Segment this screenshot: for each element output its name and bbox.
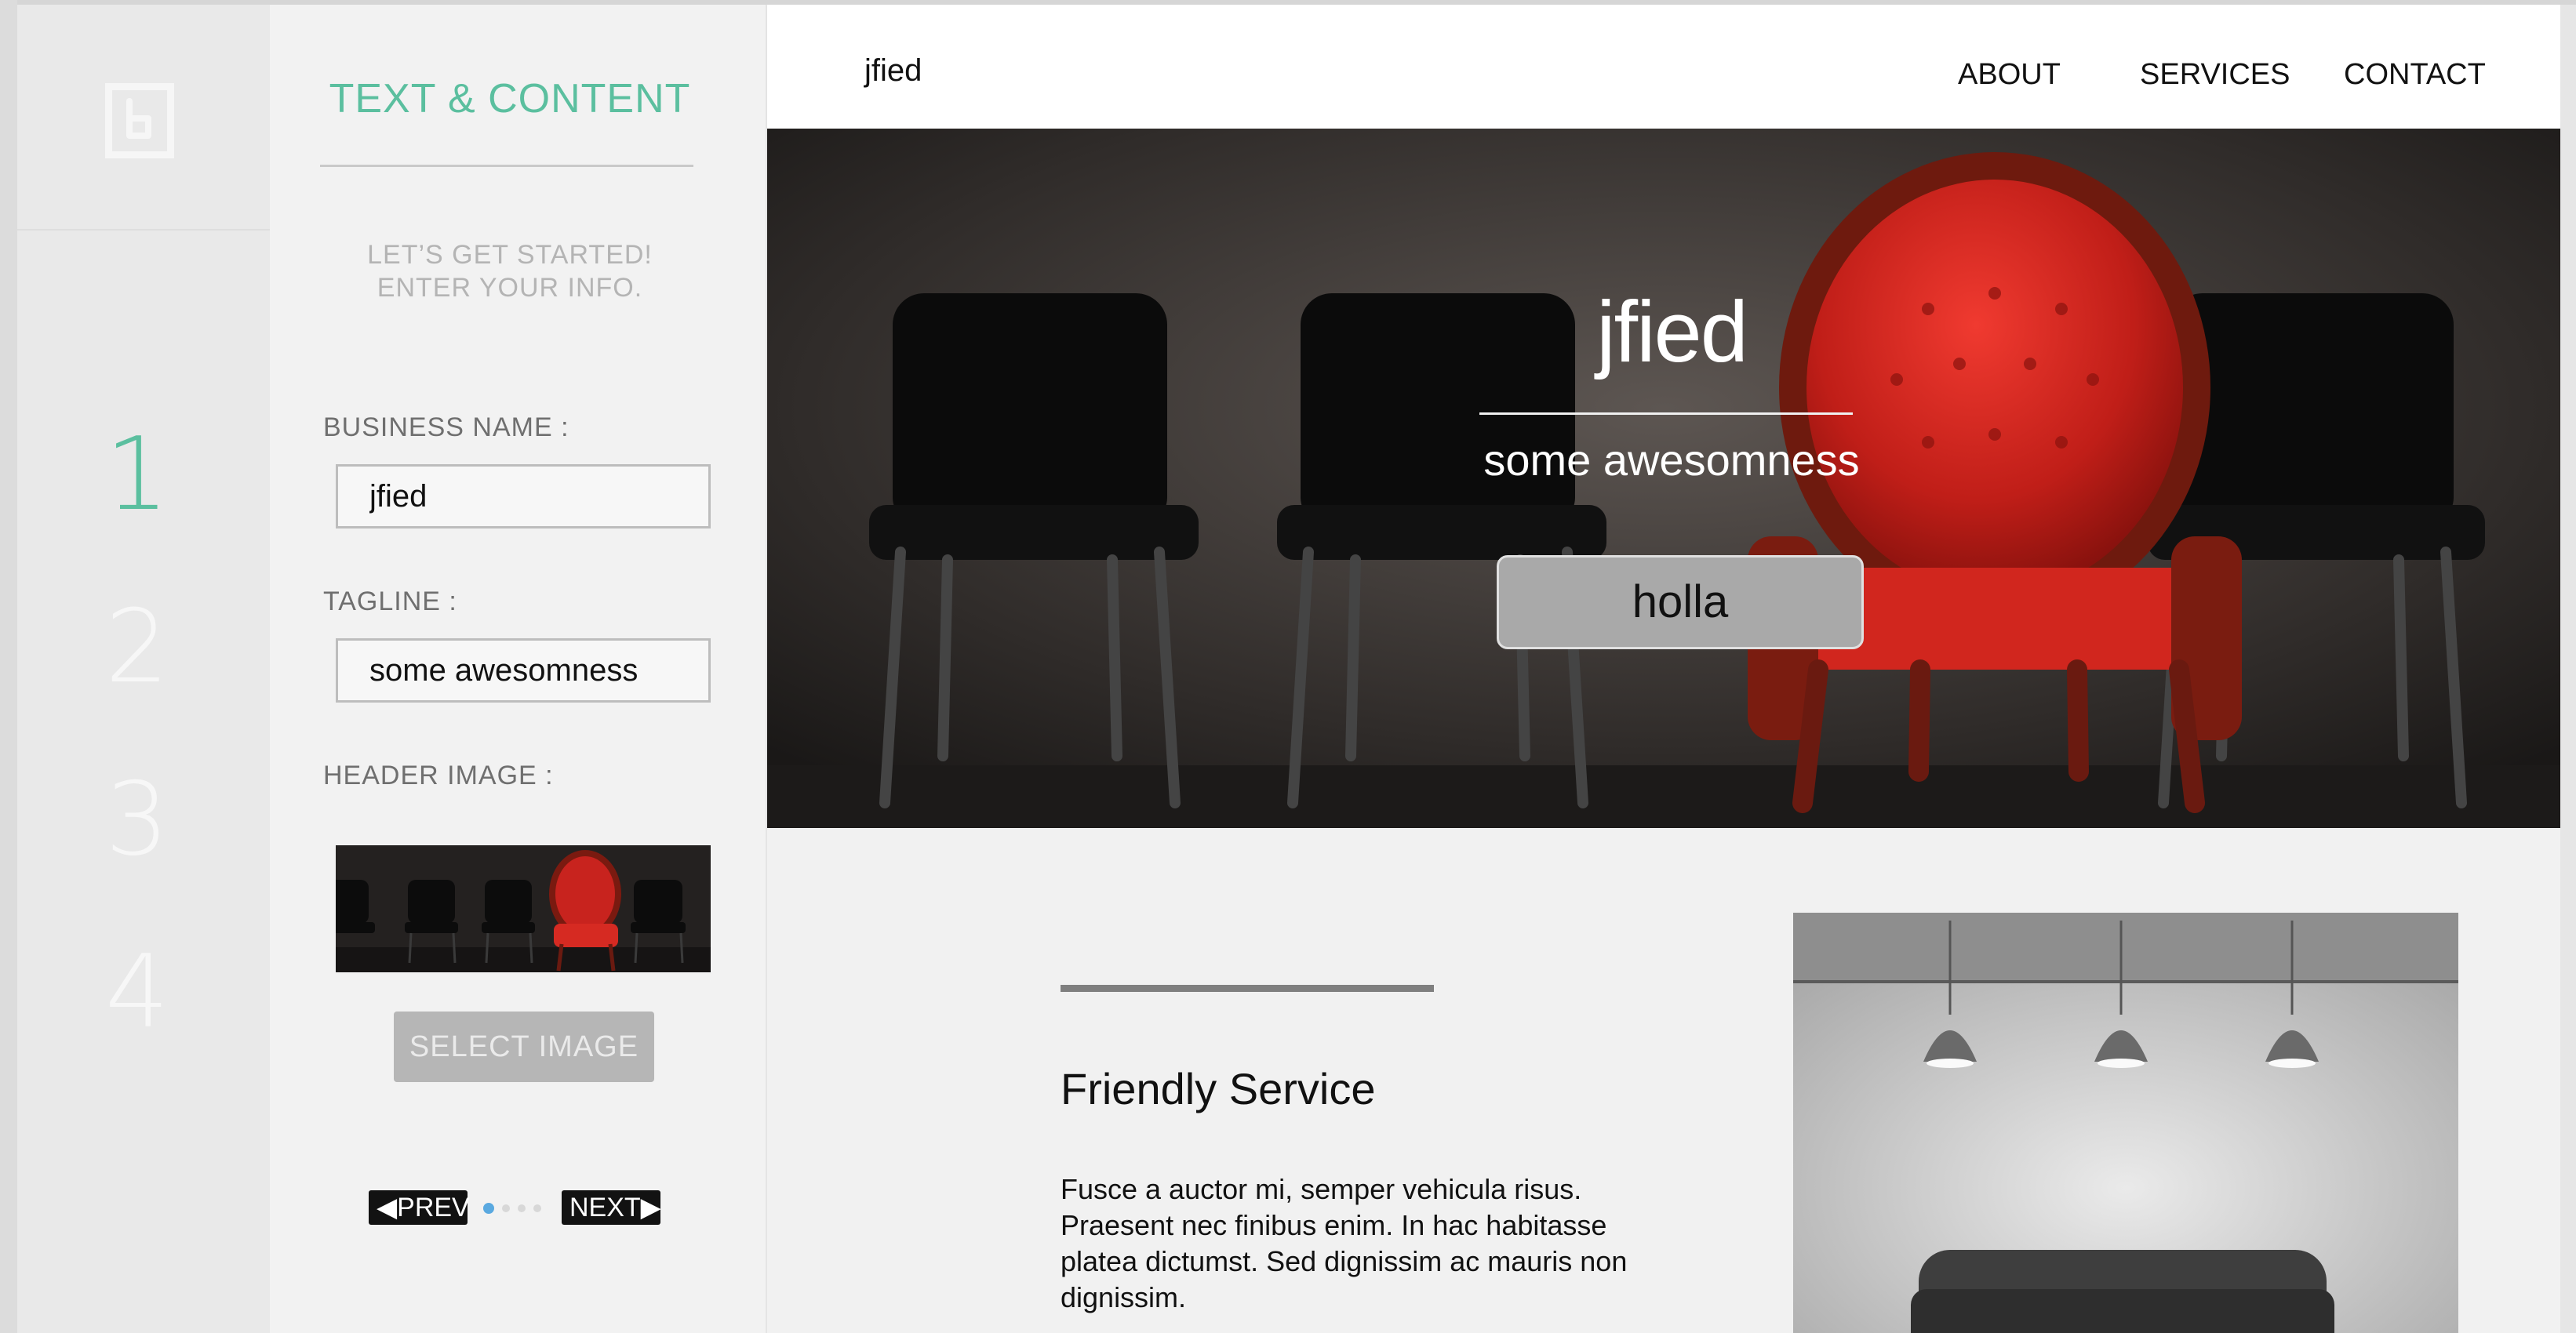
section-image bbox=[1793, 913, 2458, 1333]
window-left-edge bbox=[0, 0, 17, 1333]
section-body: Fusce a auctor mi, semper vehicula risus… bbox=[1061, 1173, 1628, 1313]
step-3[interactable]: 3 bbox=[17, 770, 270, 870]
panel-title: TEXT & CONTENT bbox=[329, 76, 691, 122]
pager: ◀PREV NEXT▶ bbox=[369, 1190, 682, 1226]
nav-services[interactable]: SERVICES bbox=[2140, 58, 2290, 92]
header-image-thumbnail[interactable] bbox=[336, 845, 711, 972]
section-divider bbox=[1061, 985, 1434, 992]
nav-about[interactable]: ABOUT bbox=[1958, 58, 2061, 92]
hero-banner: jfied some awesomness holla bbox=[767, 129, 2560, 828]
nav-contact[interactable]: CONTACT bbox=[2344, 58, 2486, 92]
page-dot-1[interactable] bbox=[483, 1203, 494, 1214]
select-image-button[interactable]: SELECT IMAGE bbox=[394, 1012, 654, 1082]
tagline-label: TAGLINE : bbox=[323, 587, 457, 616]
step-4[interactable]: 4 bbox=[17, 943, 270, 1043]
step-1[interactable]: 1 bbox=[17, 425, 270, 525]
hero-divider bbox=[1479, 412, 1853, 415]
step-rail: 1 2 3 4 bbox=[17, 5, 270, 1333]
content-panel: TEXT & CONTENT LET’S GET STARTED! ENTER … bbox=[270, 5, 767, 1333]
next-button[interactable]: NEXT▶ bbox=[562, 1190, 661, 1225]
intro-line-1: LET’S GET STARTED! bbox=[367, 240, 653, 270]
preview-brand[interactable]: jfied bbox=[864, 53, 922, 89]
hero-title: jfied bbox=[1596, 284, 1748, 380]
section-title: Friendly Service bbox=[1061, 1064, 1376, 1113]
hero-cta-button[interactable]: holla bbox=[1497, 555, 1864, 649]
tagline-input[interactable] bbox=[336, 638, 711, 703]
rail-logo-area bbox=[17, 5, 270, 231]
site-preview: jfied ABOUT SERVICES CONTACT jfied some … bbox=[767, 5, 2560, 1333]
business-name-input[interactable] bbox=[336, 464, 711, 528]
intro-line-2: ENTER YOUR INFO. bbox=[377, 273, 643, 303]
preview-navbar: jfied ABOUT SERVICES CONTACT bbox=[767, 5, 2560, 129]
b-logo-icon[interactable] bbox=[105, 83, 174, 158]
page-dot-4[interactable] bbox=[533, 1204, 541, 1212]
panel-title-divider bbox=[320, 165, 693, 167]
preview-scrollbar[interactable] bbox=[2560, 5, 2576, 1333]
intro-text: LET’S GET STARTED! ENTER YOUR INFO. bbox=[270, 238, 750, 304]
page-dot-2[interactable] bbox=[502, 1204, 510, 1212]
step-2[interactable]: 2 bbox=[17, 597, 270, 698]
prev-button[interactable]: ◀PREV bbox=[369, 1190, 470, 1225]
header-image-label: HEADER IMAGE : bbox=[323, 761, 554, 790]
hero-tagline: some awesomness bbox=[1483, 435, 1860, 485]
business-name-label: BUSINESS NAME : bbox=[323, 412, 569, 442]
page-dot-3[interactable] bbox=[518, 1204, 526, 1212]
